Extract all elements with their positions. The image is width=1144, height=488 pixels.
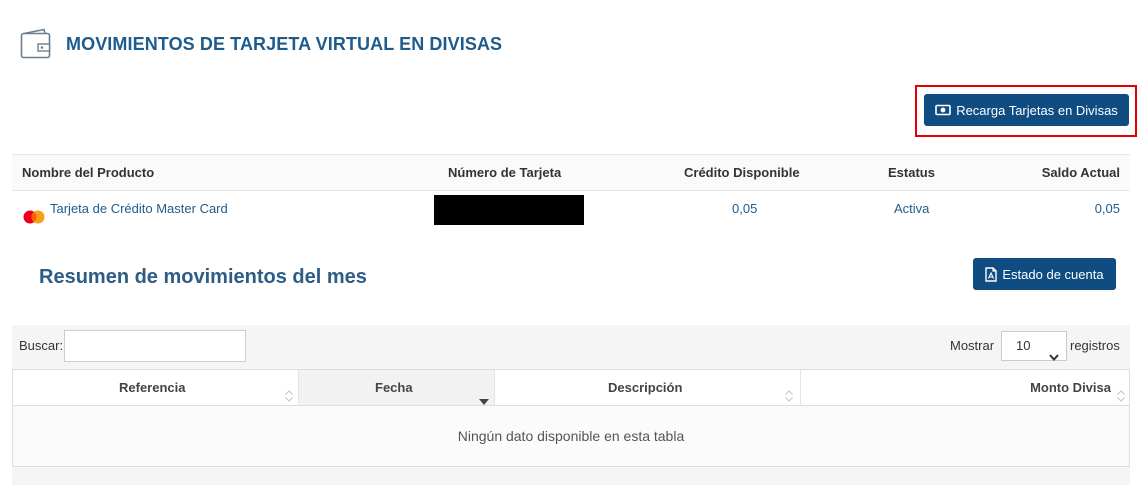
empty-table-message: Ningún dato disponible en esta tabla (13, 406, 1129, 466)
col-status: Estatus (888, 165, 935, 180)
product-cell[interactable]: Tarjeta de Crédito Master Card (22, 191, 228, 227)
page-length-select[interactable]: 10 (1001, 331, 1067, 362)
show-label: Mostrar (950, 338, 995, 353)
col-card-number: Número de Tarjeta (448, 165, 562, 180)
search-input[interactable] (64, 330, 246, 362)
movements-table: Referencia Fecha Descripción Monto Divis… (12, 369, 1130, 467)
product-name-link[interactable]: Tarjeta de Crédito Master Card (50, 201, 228, 216)
status-value: Activa (894, 201, 930, 216)
sort-both-icon (284, 381, 294, 416)
col-reference[interactable]: Referencia (13, 370, 299, 405)
balance-value: 0,05 (1094, 201, 1120, 216)
chevron-down-icon (1049, 343, 1059, 371)
movements-table-wrapper: Buscar: Mostrar 10 registros Referencia … (12, 325, 1130, 485)
search-label: Buscar: (19, 338, 64, 353)
col-balance: Saldo Actual (1041, 165, 1120, 180)
col-available-credit: Crédito Disponible (684, 165, 800, 180)
products-header-row: Nombre del Producto Número de Tarjeta Cr… (12, 155, 1130, 191)
recharge-cards-button[interactable]: Recarga Tarjetas en Divisas (924, 94, 1129, 126)
money-bill-icon (935, 104, 951, 116)
records-label: registros (1070, 338, 1120, 353)
col-description[interactable]: Descripción (495, 370, 801, 405)
recharge-button-label: Recarga Tarjetas en Divisas (956, 102, 1118, 118)
page-header: MOVIMIENTOS DE TARJETA VIRTUAL EN DIVISA… (20, 28, 502, 60)
page-length-value: 10 (1016, 338, 1031, 353)
wallet-icon (20, 28, 52, 60)
table-row: Tarjeta de Crédito Master Card 0,05 Acti… (12, 191, 1130, 227)
pdf-file-icon (985, 266, 998, 282)
mastercard-icon (22, 202, 46, 224)
col-product-name: Nombre del Producto (22, 165, 155, 180)
available-credit-value: 0,05 (732, 201, 758, 216)
redacted-card-number (434, 195, 584, 225)
statement-button-label: Estado de cuenta (1002, 266, 1104, 282)
page-title: MOVIMIENTOS DE TARJETA VIRTUAL EN DIVISA… (66, 33, 503, 54)
products-table: Nombre del Producto Número de Tarjeta Cr… (12, 154, 1130, 227)
summary-title: Resumen de movimientos del mes (39, 266, 367, 288)
col-amount-currency[interactable]: Monto Divisa (801, 370, 1129, 405)
sort-both-icon (1116, 381, 1126, 416)
col-date[interactable]: Fecha (299, 370, 495, 405)
sort-desc-icon (479, 384, 489, 419)
movements-header-row: Referencia Fecha Descripción Monto Divis… (13, 370, 1129, 406)
sort-both-icon (784, 381, 794, 416)
account-statement-button[interactable]: Estado de cuenta (973, 258, 1116, 290)
